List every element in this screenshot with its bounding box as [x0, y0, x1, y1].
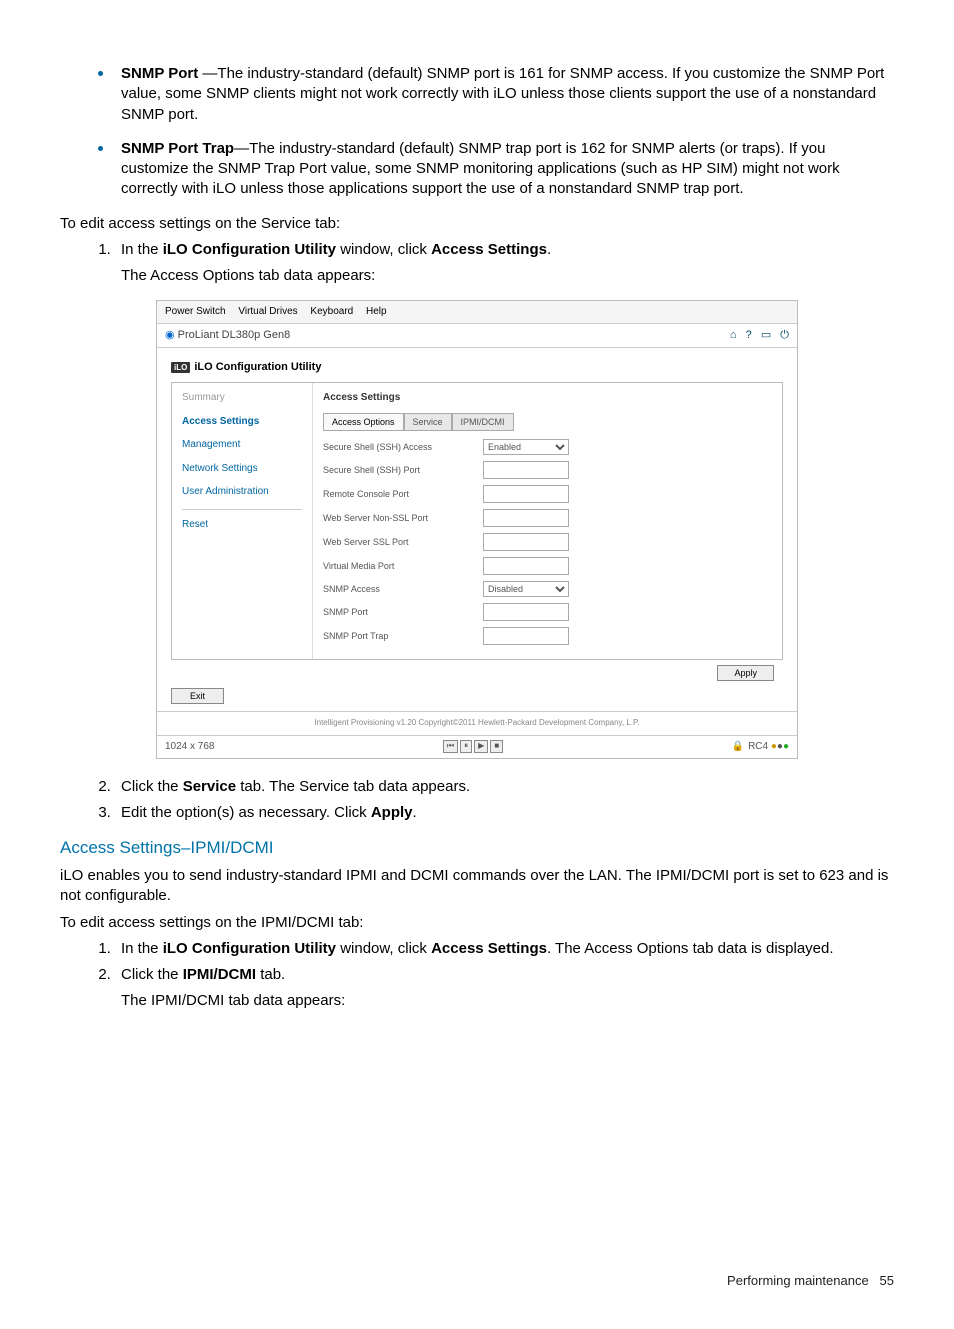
field-input[interactable] [483, 533, 569, 551]
form-row: SNMP Port Trap [323, 627, 772, 645]
field-label: SNMP Port Trap [323, 630, 483, 642]
bullet-list: SNMP Port —The industry-standard (defaul… [60, 60, 894, 200]
sidebar-item-network[interactable]: Network Settings [182, 462, 302, 476]
section-para: iLO enables you to send industry-standar… [60, 866, 894, 907]
form-row: Remote Console Port [323, 485, 772, 503]
page-number: 55 [880, 1273, 894, 1288]
steps-list-1b: Click the Service tab. The Service tab d… [60, 777, 894, 824]
screenshot-panel: Power Switch Virtual Drives Keyboard Hel… [156, 300, 798, 758]
field-label: Secure Shell (SSH) Access [323, 441, 483, 453]
field-input[interactable] [483, 461, 569, 479]
menu-item[interactable]: Keyboard [310, 306, 353, 317]
panel-title: Access Settings [323, 391, 772, 405]
form-row: Secure Shell (SSH) Port [323, 461, 772, 479]
product-header: ◉ ProLiant DL380p Gen8 ⌂ ? ▭ ⏻ [157, 324, 797, 348]
field-label: SNMP Access [323, 583, 483, 595]
field-label: Virtual Media Port [323, 560, 483, 572]
playback-controls: ⏮ ⏸ ▶ ■ [443, 740, 503, 753]
rewind-icon[interactable]: ⏮ [443, 740, 458, 753]
sidebar-item-reset[interactable]: Reset [182, 518, 302, 532]
bullet-item: SNMP Port —The industry-standard (defaul… [115, 60, 894, 125]
step-subtext: The IPMI/DCMI tab data appears: [121, 991, 894, 1011]
section-heading: Access Settings–IPMI/DCMI [60, 837, 894, 860]
page-footer: Performing maintenance 55 [60, 1272, 894, 1290]
apply-button[interactable]: Apply [717, 665, 774, 681]
intro-text: To edit access settings on the Service t… [60, 214, 894, 234]
power-icon[interactable]: ⏻ [780, 329, 789, 341]
header-icons: ⌂ ? ▭ ⏻ [724, 328, 789, 343]
field-input[interactable] [483, 627, 569, 645]
stop-icon[interactable]: ■ [490, 740, 503, 753]
form-row: SNMP Port [323, 603, 772, 621]
copyright-text: Intelligent Provisioning v1.20 Copyright… [157, 711, 797, 735]
form-row: Web Server Non-SSL Port [323, 509, 772, 527]
form-row: Secure Shell (SSH) AccessEnabled [323, 439, 772, 455]
form-row: Virtual Media Port [323, 557, 772, 575]
tab-access-options[interactable]: Access Options [323, 413, 404, 431]
bullet-term: SNMP Port [121, 65, 198, 82]
tab-ipmi[interactable]: IPMI/DCMI [452, 413, 514, 431]
help-icon[interactable]: ? [746, 329, 752, 341]
steps-list-1: In the iLO Configuration Utility window,… [60, 240, 894, 287]
tab-row: Access Options Service IPMI/DCMI [323, 413, 772, 431]
field-label: Secure Shell (SSH) Port [323, 464, 483, 476]
sidebar-item-user[interactable]: User Administration [182, 485, 302, 499]
field-label: Web Server SSL Port [323, 536, 483, 548]
form-row: SNMP AccessDisabled [323, 581, 772, 597]
utility-title: iLOiLO Configuration Utility [171, 360, 783, 375]
footer-text: Performing maintenance [727, 1273, 869, 1288]
home-icon[interactable]: ⌂ [730, 329, 737, 341]
field-select[interactable]: Disabled [483, 581, 569, 597]
sidebar-item-access[interactable]: Access Settings [182, 415, 302, 429]
step-item: In the iLO Configuration Utility window,… [115, 939, 894, 959]
status-dots: ●●● [771, 741, 789, 752]
field-label: Remote Console Port [323, 488, 483, 500]
step-item: Click the IPMI/DCMI tab. The IPMI/DCMI t… [115, 965, 894, 1012]
resolution-text: 1024 x 768 [165, 740, 215, 754]
field-label: SNMP Port [323, 606, 483, 618]
menubar: Power Switch Virtual Drives Keyboard Hel… [157, 301, 797, 324]
steps-list-2: In the iLO Configuration Utility window,… [60, 939, 894, 1012]
tab-service[interactable]: Service [404, 413, 452, 431]
step-item: Edit the option(s) as necessary. Click A… [115, 803, 894, 823]
bullet-term: SNMP Port Trap [121, 140, 234, 157]
intro-text-2: To edit access settings on the IPMI/DCMI… [60, 913, 894, 933]
field-input[interactable] [483, 603, 569, 621]
field-label: Web Server Non-SSL Port [323, 512, 483, 524]
menu-item[interactable]: Virtual Drives [238, 306, 297, 317]
menu-item[interactable]: Power Switch [165, 306, 226, 317]
bullet-item: SNMP Port Trap—The industry-standard (de… [115, 135, 894, 200]
window-icon[interactable]: ▭ [761, 329, 771, 341]
step-subtext: The Access Options tab data appears: [121, 266, 894, 286]
main-panel: Access Settings Access Options Service I… [313, 383, 782, 659]
step-item: In the iLO Configuration Utility window,… [115, 240, 894, 287]
bullet-text: The industry-standard (default) SNMP por… [121, 65, 884, 123]
status-bar: 1024 x 768 ⏮ ⏸ ▶ ■ 🔒 RC4 ●●● [157, 735, 797, 758]
ilo-tag-icon: iLO [171, 362, 190, 373]
pause-icon[interactable]: ⏸ [460, 740, 472, 753]
menu-item[interactable]: Help [366, 306, 387, 317]
sidebar-item-summary[interactable]: Summary [182, 391, 302, 405]
play-icon[interactable]: ▶ [474, 740, 488, 753]
form-row: Web Server SSL Port [323, 533, 772, 551]
field-input[interactable] [483, 557, 569, 575]
field-input[interactable] [483, 509, 569, 527]
step-item: Click the Service tab. The Service tab d… [115, 777, 894, 797]
exit-button[interactable]: Exit [171, 688, 224, 704]
product-name: ProLiant DL380p Gen8 [178, 329, 291, 341]
sidebar-item-management[interactable]: Management [182, 438, 302, 452]
field-select[interactable]: Enabled [483, 439, 569, 455]
lock-icon: 🔒 [732, 741, 744, 752]
field-input[interactable] [483, 485, 569, 503]
rc-label: RC4 [748, 741, 768, 752]
sidebar: Summary Access Settings Management Netwo… [172, 383, 313, 659]
hp-logo-icon: ◉ [165, 329, 178, 341]
